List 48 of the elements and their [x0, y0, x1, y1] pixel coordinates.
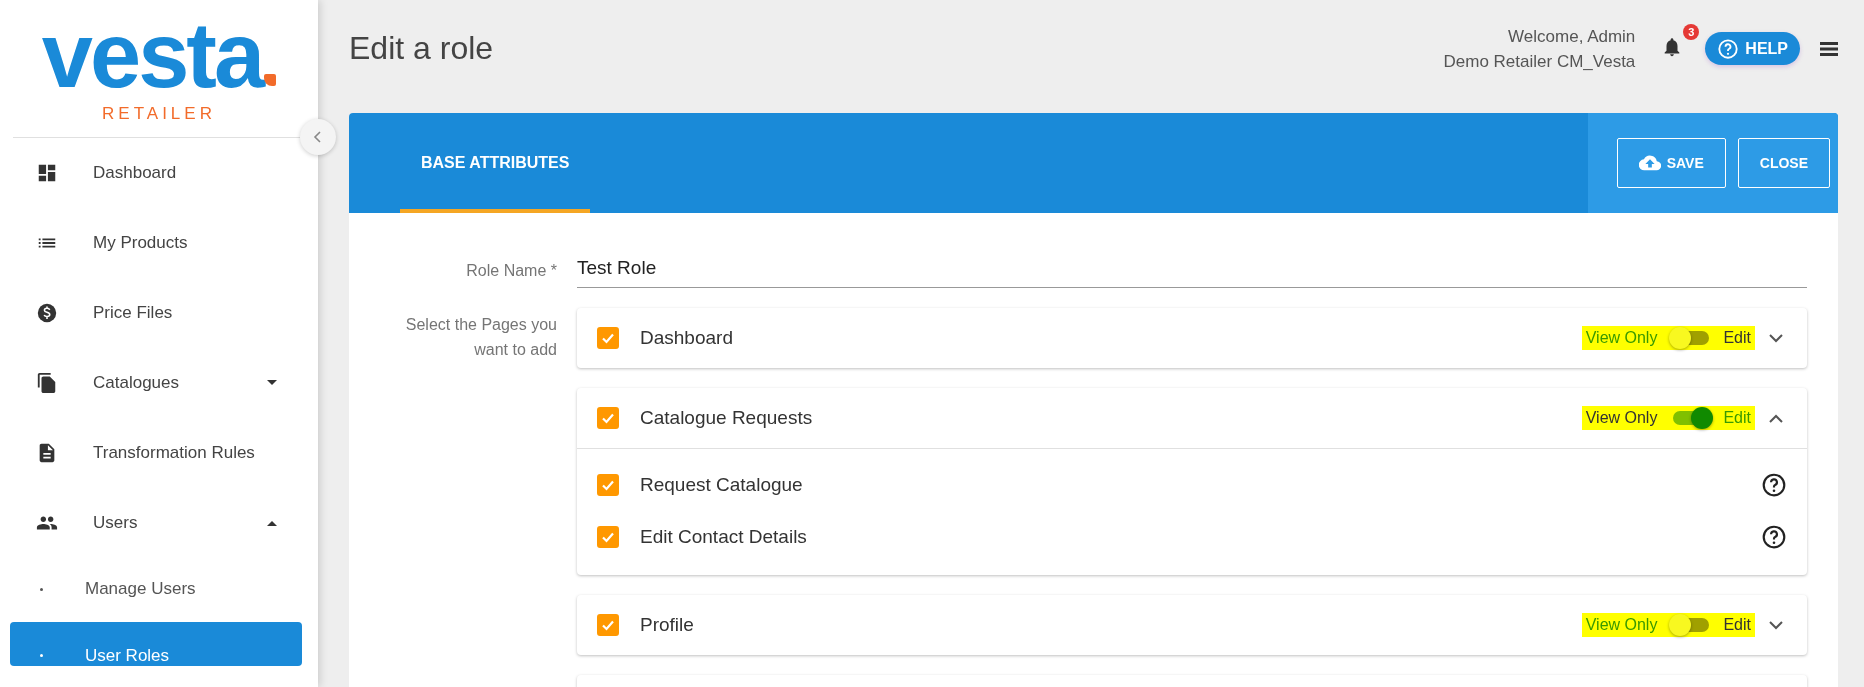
checkbox[interactable]	[597, 526, 619, 548]
page-title: Edit a role	[349, 30, 494, 67]
notification-count-badge: 3	[1683, 23, 1700, 40]
pages-label: Select the Pages you want to add	[404, 315, 558, 360]
page-name: Profile	[640, 614, 695, 636]
logo-wordmark: vesta	[41, 17, 263, 92]
organisation-name: Demo Retailer CM_Vesta	[1443, 50, 1636, 73]
page-name: Dashboard	[640, 327, 734, 349]
checkbox[interactable]	[597, 614, 619, 636]
sidebar-item[interactable]: My Products	[10, 208, 308, 278]
chevron-left-icon	[313, 130, 323, 144]
menu-icon[interactable]	[1820, 41, 1838, 56]
view-only-label: View Only	[1585, 616, 1658, 634]
sidebar-item[interactable]: Catalogues	[10, 348, 308, 418]
checkbox[interactable]	[597, 474, 619, 496]
help-button[interactable]: HELP	[1705, 32, 1800, 65]
subpage-name: Edit Contact Details	[640, 526, 808, 548]
sidebar-item[interactable]: Dashboard	[10, 138, 308, 208]
cloud-upload-icon	[1638, 155, 1661, 171]
help-icon[interactable]	[1761, 524, 1787, 550]
edit-label: Edit	[1723, 409, 1751, 427]
logo-subtitle: RETAILER	[102, 103, 216, 124]
chevron-down-icon[interactable]	[1769, 620, 1783, 630]
help-icon[interactable]	[1761, 472, 1787, 498]
checkbox[interactable]	[597, 327, 619, 349]
welcome-text: Welcome, Admin	[1508, 25, 1636, 48]
role-name-label: Role Name *	[465, 261, 558, 281]
chevron-up-icon[interactable]	[1769, 413, 1783, 423]
sidebar-item[interactable]: Price Files	[10, 278, 308, 348]
help-icon	[1717, 37, 1740, 60]
sidebar-item[interactable]: Transformation Rules	[10, 418, 308, 488]
view-only-label: View Only	[1585, 329, 1658, 347]
bullet-icon	[40, 587, 43, 591]
chevron-down-icon[interactable]	[1769, 333, 1783, 343]
subpage-name: Request Catalogue	[640, 474, 804, 496]
base-attributes-tab[interactable]: BASE ATTRIBUTES	[400, 113, 591, 213]
sidebar-subitem[interactable]: User Roles	[10, 622, 302, 666]
bullet-icon	[40, 654, 43, 657]
dashboard-icon	[36, 162, 58, 184]
sidebar-subitem[interactable]: Manage Users	[10, 558, 302, 620]
sidebar-item[interactable]: Users	[10, 488, 308, 558]
checkbox[interactable]	[597, 407, 619, 429]
edit-label: Edit	[1723, 329, 1751, 347]
file-icon	[36, 372, 58, 394]
edit-label: Edit	[1723, 616, 1751, 634]
page-name: Catalogue Requests	[640, 407, 814, 429]
view-only-label: View Only	[1585, 409, 1658, 427]
dollar-icon	[36, 302, 58, 324]
